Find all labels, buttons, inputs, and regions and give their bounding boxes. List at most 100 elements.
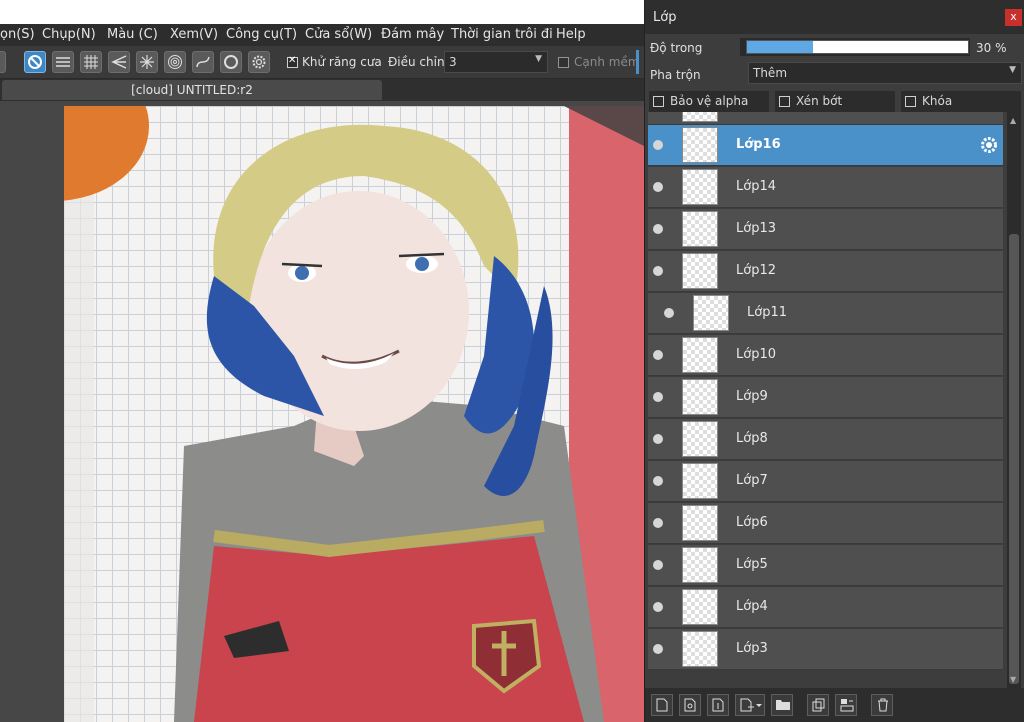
new-folder-button[interactable] (771, 694, 793, 716)
adjust-dropdown[interactable]: 3 ▼ (444, 51, 548, 73)
snap-off-button[interactable] (24, 51, 46, 73)
curve-icon (196, 56, 210, 68)
adjust-label: Điều chỉnh (388, 55, 453, 69)
layer-row[interactable]: Lớp7 (648, 461, 1003, 502)
antialias-label: Khử răng cưa (302, 55, 382, 69)
layer-row[interactable]: Lớp11 (648, 293, 1003, 334)
trash-icon (878, 698, 888, 712)
protect-alpha-box[interactable]: Bảo vệ alpha (649, 91, 769, 112)
duplicate-layer-button[interactable] (807, 694, 829, 716)
layer-name: Lớp5 (736, 557, 768, 572)
no-snap-icon (28, 55, 42, 69)
layer-row[interactable]: Lớp9 (648, 377, 1003, 418)
menu-item-window[interactable]: Cửa sổ(W) (305, 27, 372, 42)
layer-row[interactable]: Lớp3 (648, 629, 1003, 670)
antialias-checkbox[interactable] (287, 55, 298, 68)
layer-row[interactable]: Lớp12 (648, 251, 1003, 292)
radial-snap-button[interactable] (136, 51, 158, 73)
layer-row[interactable]: Lớp14 (648, 167, 1003, 208)
add-layer-menu-button[interactable] (735, 694, 765, 716)
menu-item-cloud[interactable]: Đám mây (381, 27, 444, 42)
ellipse-icon (224, 55, 238, 69)
visibility-eye-icon[interactable] (653, 266, 663, 276)
layer-row[interactable]: Lớp8 (648, 419, 1003, 460)
grid-icon (84, 55, 98, 69)
visibility-eye-icon[interactable] (653, 602, 663, 612)
visibility-eye-icon[interactable] (653, 434, 663, 444)
delete-layer-button[interactable] (871, 694, 893, 716)
visibility-eye-icon[interactable] (653, 140, 663, 150)
visibility-eye-icon[interactable] (653, 182, 663, 192)
lock-box[interactable]: Khóa (901, 91, 1021, 112)
visibility-eye-icon[interactable] (653, 644, 663, 654)
grid-snap-button[interactable] (80, 51, 102, 73)
layer-thumbnail (682, 253, 718, 289)
clip-checkbox[interactable] (779, 96, 790, 107)
duplicate-icon (812, 698, 825, 712)
radial-lines-icon (140, 55, 154, 69)
ellipse-snap-button[interactable] (220, 51, 242, 73)
menu-item-select[interactable]: ọn(S) (0, 27, 35, 42)
blend-label: Pha trộn (650, 68, 701, 82)
menu-item-timelapse[interactable]: Thời gian trôi đi (451, 27, 553, 42)
folder-icon (776, 700, 790, 710)
curve-snap-button[interactable] (192, 51, 214, 73)
soft-edge-checkbox[interactable] (558, 57, 569, 68)
layer-thumbnail (682, 589, 718, 625)
canvas-area[interactable] (0, 101, 644, 722)
opacity-fill (747, 41, 814, 53)
toolbar-cut-button[interactable] (0, 51, 6, 73)
layer-name: Lớp4 (736, 599, 768, 614)
visibility-eye-icon[interactable] (653, 518, 663, 528)
layer-row[interactable]: Lớp4 (648, 587, 1003, 628)
layer-row[interactable]: Lớp6 (648, 503, 1003, 544)
new-1bit-layer-button[interactable] (707, 694, 729, 716)
layer-scrollbar[interactable]: ▲ ▼ (1007, 112, 1021, 688)
layer-row[interactable]: Lớp16 (648, 125, 1003, 166)
visibility-eye-icon[interactable] (664, 308, 674, 318)
vanishing-point-icon (111, 55, 127, 69)
blend-mode-dropdown[interactable]: Thêm ▼ (748, 62, 1022, 84)
document-tab[interactable]: [cloud] UNTITLED:r2 (2, 80, 382, 100)
layer-name: Lớp9 (736, 389, 768, 404)
menu-item-view[interactable]: Xem(V) (170, 27, 218, 42)
layer-row-partial[interactable] (648, 112, 1003, 125)
new-8bit-layer-button[interactable] (679, 694, 701, 716)
layer-settings-gear-icon[interactable] (979, 135, 999, 155)
clip-label: Xén bớt (796, 94, 843, 108)
visibility-eye-icon[interactable] (653, 350, 663, 360)
visibility-eye-icon[interactable] (653, 560, 663, 570)
layer-thumbnail (682, 112, 718, 122)
protect-alpha-checkbox[interactable] (653, 96, 664, 107)
layer-thumbnail (682, 547, 718, 583)
page-8-icon (684, 698, 696, 712)
merge-layer-button[interactable] (835, 694, 857, 716)
close-button[interactable]: x (1005, 9, 1022, 26)
layer-thumbnail (682, 169, 718, 205)
lock-checkbox[interactable] (905, 96, 916, 107)
opacity-label: Độ trong (650, 41, 703, 55)
concentric-snap-button[interactable] (164, 51, 186, 73)
menu-item-capture[interactable]: Chụp(N) (42, 27, 96, 42)
snap-settings-button[interactable] (248, 51, 270, 73)
layer-row[interactable]: Lớp13 (648, 209, 1003, 250)
visibility-eye-icon[interactable] (653, 392, 663, 402)
visibility-eye-icon[interactable] (653, 476, 663, 486)
parallel-snap-button[interactable] (52, 51, 74, 73)
scroll-down-icon[interactable]: ▼ (1010, 675, 1016, 684)
visibility-eye-icon[interactable] (653, 224, 663, 234)
layer-thumbnail (682, 631, 718, 667)
menu-item-color[interactable]: Màu (C) (107, 27, 158, 42)
new-layer-button[interactable] (651, 694, 673, 716)
menu-item-tools[interactable]: Công cụ(T) (226, 27, 297, 42)
opacity-slider[interactable] (746, 40, 969, 54)
scrollbar-thumb[interactable] (1009, 234, 1019, 684)
clip-box[interactable]: Xén bớt (775, 91, 895, 112)
menu-item-help[interactable]: Help (556, 27, 586, 42)
vanishing-snap-button[interactable] (108, 51, 130, 73)
panel-title: Lớp (653, 10, 677, 25)
scroll-up-icon[interactable]: ▲ (1010, 116, 1016, 125)
layer-row[interactable]: Lớp5 (648, 545, 1003, 586)
artwork-canvas[interactable] (64, 106, 644, 722)
layer-row[interactable]: Lớp10 (648, 335, 1003, 376)
